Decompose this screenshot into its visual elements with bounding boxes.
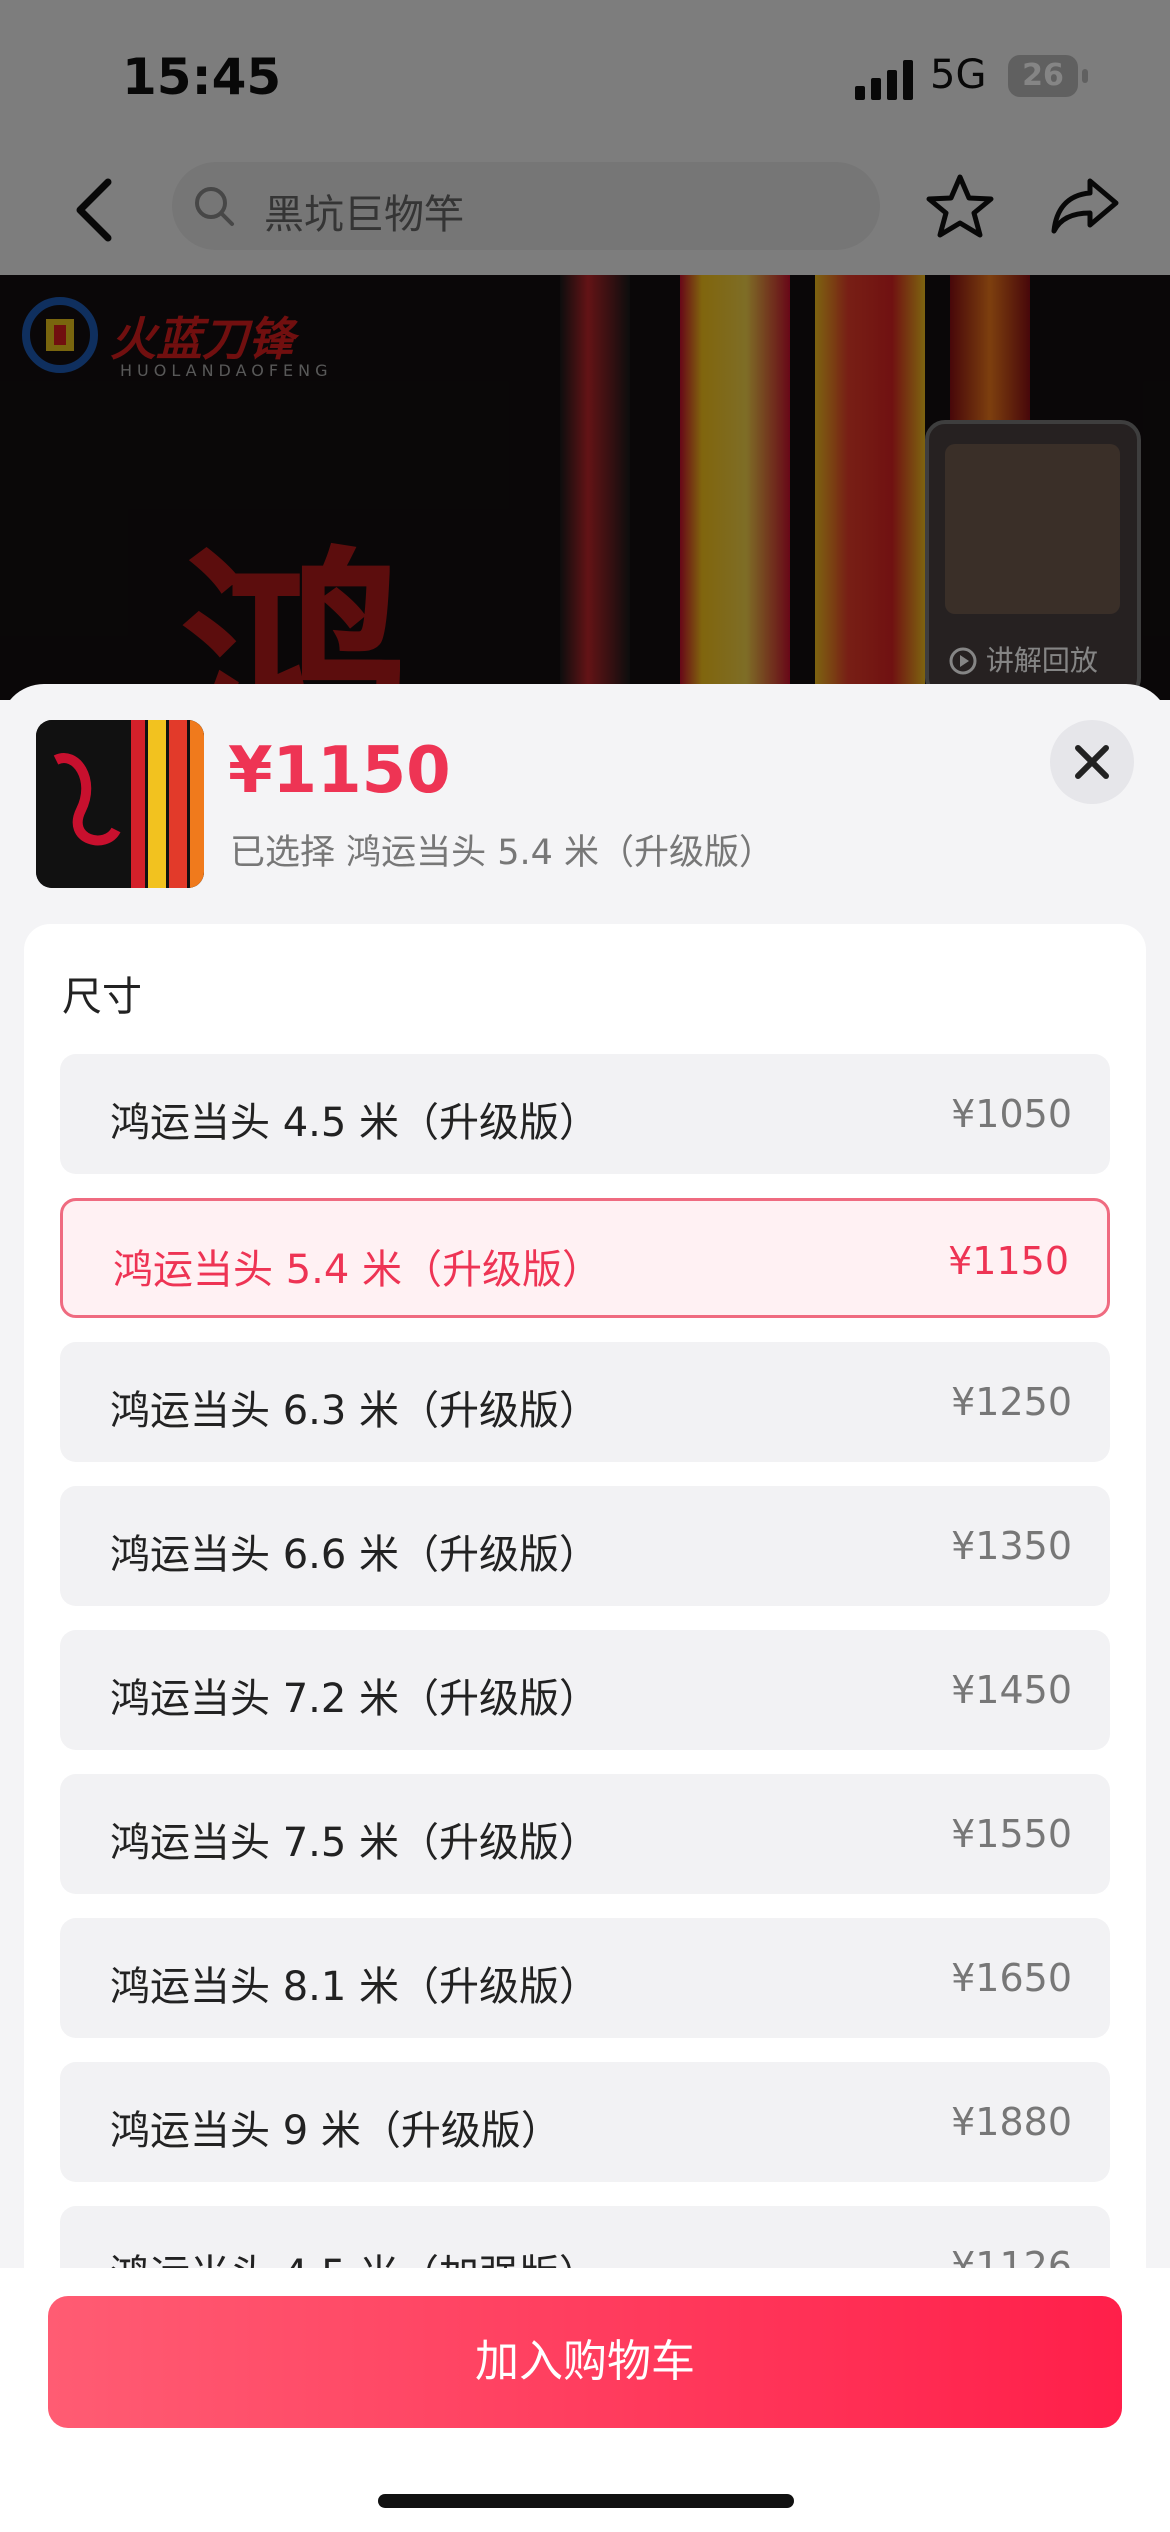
option-label: 鸿运当头 4.5 米（升级版） <box>110 1100 600 1146</box>
size-option[interactable]: 鸿运当头 8.1 米（升级版） ¥1650 <box>60 1918 1110 2038</box>
size-option[interactable]: 鸿运当头 4.5 米（升级版） ¥1050 <box>60 1054 1110 1174</box>
selected-variant-text: 已选择 鸿运当头 5.4 米（升级版） <box>230 833 775 873</box>
option-label: 鸿运当头 6.6 米（升级版） <box>110 1532 600 1578</box>
option-label: 鸿运当头 9 米（升级版） <box>110 2108 561 2154</box>
option-price: ¥1550 <box>951 1812 1072 1856</box>
home-indicator <box>378 2494 794 2508</box>
size-option[interactable]: 鸿运当头 6.6 米（升级版） ¥1350 <box>60 1486 1110 1606</box>
size-option[interactable]: 鸿运当头 7.2 米（升级版） ¥1450 <box>60 1630 1110 1750</box>
product-thumbnail-image <box>36 720 204 888</box>
product-thumbnail <box>36 720 204 888</box>
modal-overlay[interactable] <box>0 0 1170 700</box>
option-label: 鸿运当头 5.4 米（升级版） <box>113 1247 603 1293</box>
option-price: ¥1050 <box>951 1092 1072 1136</box>
option-price: ¥1250 <box>951 1380 1072 1424</box>
option-price: ¥1650 <box>951 1956 1072 2000</box>
option-label: 鸿运当头 7.5 米（升级版） <box>110 1820 600 1866</box>
option-label: 鸿运当头 8.1 米（升级版） <box>110 1964 600 2010</box>
selected-price: ¥1150 <box>228 734 451 808</box>
option-price: ¥1350 <box>951 1524 1072 1568</box>
option-price: ¥1450 <box>951 1668 1072 1712</box>
option-price: ¥1880 <box>951 2100 1072 2144</box>
size-option[interactable]: 鸿运当头 9 米（升级版） ¥1880 <box>60 2062 1110 2182</box>
size-section-title: 尺寸 <box>62 974 142 1020</box>
close-button[interactable] <box>1050 720 1134 804</box>
sku-bottom-sheet: ¥1150 已选择 鸿运当头 5.4 米（升级版） 尺寸 鸿运当头 4.5 米（… <box>0 684 1170 2532</box>
size-option-selected[interactable]: 鸿运当头 5.4 米（升级版） ¥1150 <box>60 1198 1110 1318</box>
bottom-action-bar: 加入购物车 <box>0 2268 1170 2532</box>
size-option[interactable]: 鸿运当头 6.3 米（升级版） ¥1250 <box>60 1342 1110 1462</box>
add-to-cart-button[interactable]: 加入购物车 <box>48 2296 1122 2428</box>
close-icon <box>1075 745 1109 779</box>
size-option[interactable]: 鸿运当头 7.5 米（升级版） ¥1550 <box>60 1774 1110 1894</box>
option-label: 鸿运当头 7.2 米（升级版） <box>110 1676 600 1722</box>
background-page: 15:45 5G 26 黑坑巨物竿 火蓝刀锋 HUOLANDAOFENG 鸿 讲… <box>0 0 1170 700</box>
option-label: 鸿运当头 6.3 米（升级版） <box>110 1388 600 1434</box>
option-price: ¥1150 <box>948 1239 1069 1283</box>
